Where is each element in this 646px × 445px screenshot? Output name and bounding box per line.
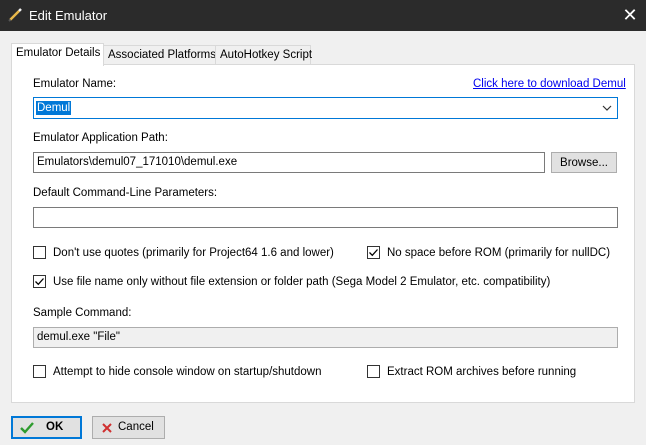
sample-command-field: demul.exe "File" xyxy=(33,327,618,348)
application-path-label: Emulator Application Path: xyxy=(33,132,168,144)
checkbox-box xyxy=(367,365,380,378)
checkbox-box xyxy=(367,246,380,259)
browse-button[interactable]: Browse... xyxy=(551,152,617,173)
no-space-checkbox[interactable]: No space before ROM (primarily for nullD… xyxy=(367,246,610,259)
extract-rom-checkbox[interactable]: Extract ROM archives before running xyxy=(367,365,576,378)
application-path-input[interactable]: Emulators\demul07_171010\demul.exe xyxy=(33,152,545,173)
file-name-only-checkbox[interactable]: Use file name only without file extensio… xyxy=(33,275,550,288)
checkbox-box xyxy=(33,246,46,259)
tab-associated-platforms[interactable]: Associated Platforms xyxy=(103,45,216,65)
checkbox-box xyxy=(33,275,46,288)
ok-label: OK xyxy=(46,421,64,433)
cancel-label: Cancel xyxy=(118,421,154,433)
hide-console-label: Attempt to hide console window on startu… xyxy=(53,365,322,378)
command-line-params-input[interactable] xyxy=(33,207,618,228)
check-icon xyxy=(369,249,378,257)
no-space-label: No space before ROM (primarily for nullD… xyxy=(387,246,611,259)
cancel-button[interactable]: Cancel xyxy=(92,416,165,439)
download-link[interactable]: Click here to download Demul xyxy=(473,78,626,90)
title-bar: Edit Emulator ✕ xyxy=(0,0,646,31)
tab-autohotkey-script[interactable]: AutoHotkey Script xyxy=(215,45,312,65)
emulator-name-value: Demul xyxy=(36,101,72,115)
check-icon xyxy=(35,278,44,286)
chevron-down-icon xyxy=(602,105,612,111)
no-quotes-checkbox[interactable]: Don't use quotes (primarily for Project6… xyxy=(33,246,334,259)
no-quotes-label: Don't use quotes (primarily for Project6… xyxy=(53,246,334,259)
pencil-icon xyxy=(8,8,22,22)
close-icon: ✕ xyxy=(622,5,638,25)
close-icon xyxy=(102,423,112,433)
emulator-name-combo[interactable]: Demul xyxy=(33,97,618,119)
ok-button[interactable]: OK xyxy=(11,416,82,439)
tab-emulator-details[interactable]: Emulator Details xyxy=(11,43,104,66)
hide-console-checkbox[interactable]: Attempt to hide console window on startu… xyxy=(33,365,322,378)
file-name-only-label: Use file name only without file extensio… xyxy=(53,275,551,288)
command-line-params-label: Default Command-Line Parameters: xyxy=(33,187,218,199)
checkbox-box xyxy=(33,365,46,378)
check-icon xyxy=(20,422,34,434)
emulator-name-label: Emulator Name: xyxy=(33,78,117,90)
extract-rom-label: Extract ROM archives before running xyxy=(387,365,577,378)
window-title: Edit Emulator xyxy=(29,8,108,23)
sample-command-label: Sample Command: xyxy=(33,307,132,319)
close-button[interactable]: ✕ xyxy=(614,0,646,31)
